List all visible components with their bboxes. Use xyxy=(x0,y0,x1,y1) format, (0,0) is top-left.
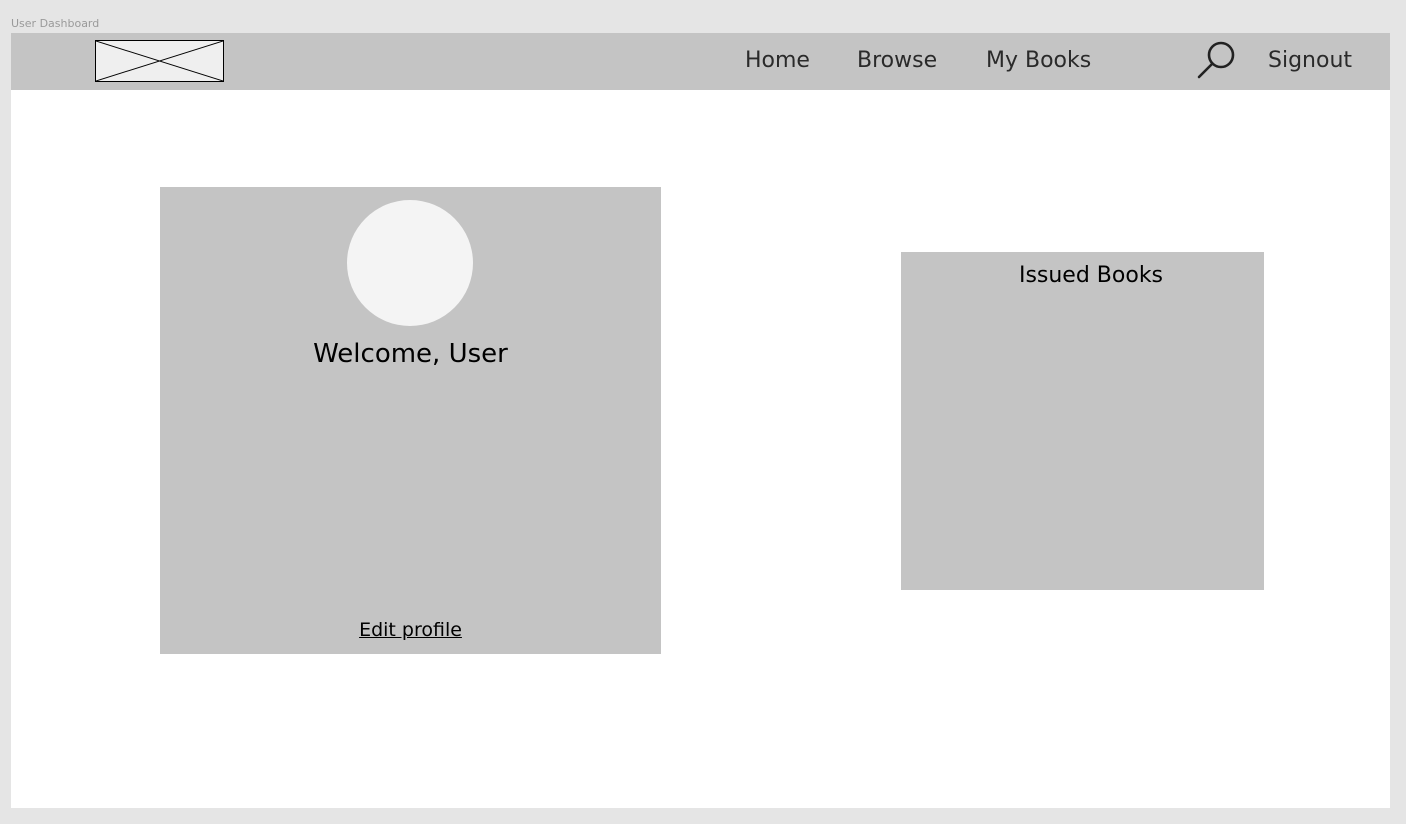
signout-link[interactable]: Signout xyxy=(1268,48,1352,74)
welcome-heading: Welcome, User xyxy=(313,339,508,369)
image-placeholder-icon xyxy=(96,41,223,81)
edit-profile-link[interactable]: Edit profile xyxy=(160,618,661,642)
nav-my-books-link[interactable]: My Books xyxy=(986,48,1091,74)
nav-home-link[interactable]: Home xyxy=(745,48,810,74)
issued-books-title: Issued Books xyxy=(1018,263,1164,288)
nav-browse-link[interactable]: Browse xyxy=(857,48,937,74)
avatar xyxy=(347,200,473,326)
search-icon[interactable] xyxy=(1195,39,1239,81)
navbar: Home Browse My Books Signout xyxy=(11,33,1390,90)
profile-card: Welcome, User Edit profile xyxy=(160,187,661,654)
logo-placeholder[interactable] xyxy=(95,40,224,82)
issued-books-panel: Issued Books xyxy=(901,252,1264,590)
frame-label: User Dashboard xyxy=(11,17,100,30)
user-dashboard-frame: Home Browse My Books Signout Welcome, Us… xyxy=(11,33,1390,808)
